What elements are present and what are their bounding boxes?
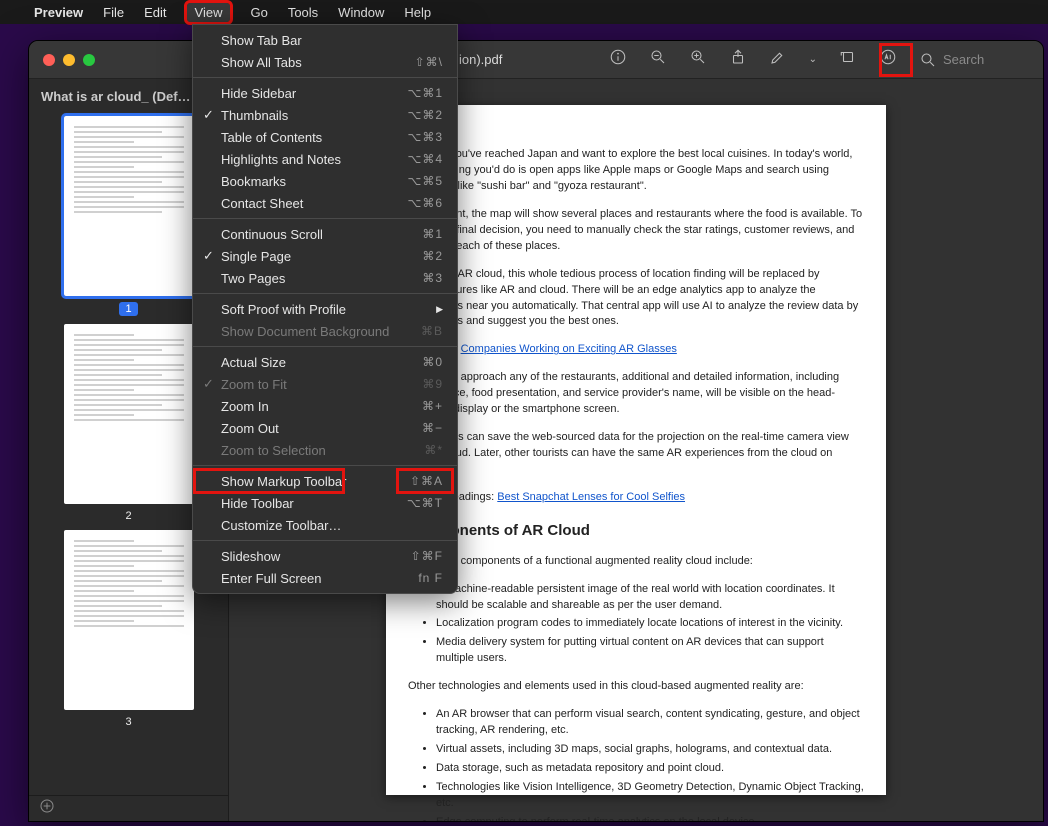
link[interactable]: Best Snapchat Lenses for Cool Selfies <box>497 491 685 503</box>
menu-item[interactable]: Bookmarks⌥⌘5 <box>193 170 457 192</box>
thumbnail-3[interactable] <box>64 530 194 710</box>
zoom-in-icon[interactable] <box>689 48 707 71</box>
menu-item[interactable]: Highlights and Notes⌥⌘4 <box>193 148 457 170</box>
thumbnail-2[interactable] <box>64 324 194 504</box>
menu-item[interactable]: Zoom Out⌘− <box>193 417 457 439</box>
paragraph: Imagine you've reached Japan and want to… <box>408 147 864 195</box>
paragraph: The major components of a functional aug… <box>408 554 864 570</box>
menu-item[interactable]: Table of Contents⌥⌘3 <box>193 126 457 148</box>
menu-item: Show Document Background⌘B <box>193 320 457 342</box>
highlight-icon[interactable] <box>769 48 787 71</box>
share-icon[interactable] <box>729 48 747 71</box>
rotate-icon[interactable] <box>839 48 857 71</box>
menubar: Preview File Edit View Go Tools Window H… <box>0 0 1048 24</box>
list-item: Virtual assets, including 3D maps, socia… <box>436 742 864 758</box>
menu-item[interactable]: Contact Sheet⌥⌘6 <box>193 192 457 214</box>
zoom-out-icon[interactable] <box>649 48 667 71</box>
menu-help[interactable]: Help <box>404 5 431 20</box>
add-page-icon[interactable] <box>39 798 55 819</box>
list-item: Edge computing to perform real-time anal… <box>436 815 864 821</box>
menu-item[interactable]: Show Tab Bar <box>193 29 457 51</box>
paragraph: Other technologies and elements used in … <box>408 679 864 695</box>
menu-edit[interactable]: Edit <box>144 5 166 20</box>
chevron-down-icon[interactable]: ⌄ <box>809 54 817 65</box>
paragraph: Now, with AR cloud, this whole tedious p… <box>408 267 864 331</box>
search-icon <box>919 51 937 69</box>
menu-item[interactable]: Enter Full Screenfn F <box>193 567 457 589</box>
preview-window: ion).pdf ⌄ Search What is ar cloud_ (Def… <box>28 40 1044 822</box>
info-icon[interactable] <box>609 48 627 71</box>
list: A machine-readable persistent image of t… <box>436 582 864 668</box>
view-menu-dropdown: Show Tab BarShow All Tabs⇧⌘\ Hide Sidebar… <box>192 24 458 594</box>
menu-item[interactable]: Show All Tabs⇧⌘\ <box>193 51 457 73</box>
list: An AR browser that can perform visual se… <box>436 707 864 821</box>
menu-item[interactable]: Slideshow⇧⌘F <box>193 545 457 567</box>
search-field[interactable]: Search <box>919 51 1029 69</box>
list-item: Localization program codes to immediatel… <box>436 616 864 632</box>
pdf-page: Imagine you've reached Japan and want to… <box>386 105 886 795</box>
link[interactable]: Companies Working on Exciting AR Glasses <box>461 343 677 355</box>
menu-view[interactable]: View <box>187 3 231 22</box>
menu-item[interactable]: ✓Single Page⌘2 <box>193 245 457 267</box>
thumbnail-1[interactable] <box>64 116 194 296</box>
sidebar-footer <box>29 795 228 821</box>
close-button[interactable] <box>43 54 55 66</box>
paragraph: When you approach any of the restaurants… <box>408 370 864 418</box>
menu-item: ✓Zoom to Fit⌘9 <box>193 373 457 395</box>
menu-item[interactable]: Soft Proof with Profile▶ <box>193 298 457 320</box>
paragraph: Also read: Companies Working on Exciting… <box>408 342 864 358</box>
menu-tools[interactable]: Tools <box>288 5 318 20</box>
menu-item[interactable]: Show Markup Toolbar⇧⌘A <box>193 470 457 492</box>
menu-file[interactable]: File <box>103 5 124 20</box>
menu-item[interactable]: Hide Sidebar⌥⌘1 <box>193 82 457 104</box>
zoom-button[interactable] <box>83 54 95 66</box>
paragraph: Developers can save the web-sourced data… <box>408 430 864 478</box>
window-title: ion).pdf <box>459 52 502 67</box>
menu-item: Zoom to Selection⌘* <box>193 439 457 461</box>
search-placeholder: Search <box>943 52 984 67</box>
minimize-button[interactable] <box>63 54 75 66</box>
list-item: An AR browser that can perform visual se… <box>436 707 864 739</box>
heading: Components of AR Cloud <box>408 520 864 542</box>
paragraph: Related readings: Best Snapchat Lenses f… <box>408 490 864 506</box>
page-label-3: 3 <box>39 716 218 728</box>
list-item: Technologies like Vision Intelligence, 3… <box>436 780 864 812</box>
menu-item[interactable]: Continuous Scroll⌘1 <box>193 223 457 245</box>
menu-go[interactable]: Go <box>250 5 267 20</box>
titlebar: ion).pdf ⌄ Search <box>29 41 1043 79</box>
list-item: Media delivery system for putting virtua… <box>436 635 864 667</box>
menu-item[interactable]: Hide Toolbar⌥⌘T <box>193 492 457 514</box>
menu-item[interactable]: ✓Thumbnails⌥⌘2 <box>193 104 457 126</box>
list-item: Data storage, such as metadata repositor… <box>436 761 864 777</box>
menu-item[interactable]: Two Pages⌘3 <box>193 267 457 289</box>
markup-icon[interactable] <box>879 48 897 71</box>
list-item: A machine-readable persistent image of t… <box>436 582 864 614</box>
menu-item[interactable]: Customize Toolbar… <box>193 514 457 536</box>
menu-window[interactable]: Window <box>338 5 384 20</box>
toolbar: ⌄ Search <box>609 48 1043 71</box>
app-name[interactable]: Preview <box>34 5 83 20</box>
menu-item[interactable]: Actual Size⌘0 <box>193 351 457 373</box>
menu-item[interactable]: Zoom In⌘+ <box>193 395 457 417</box>
paragraph: At this point, the map will show several… <box>408 207 864 255</box>
